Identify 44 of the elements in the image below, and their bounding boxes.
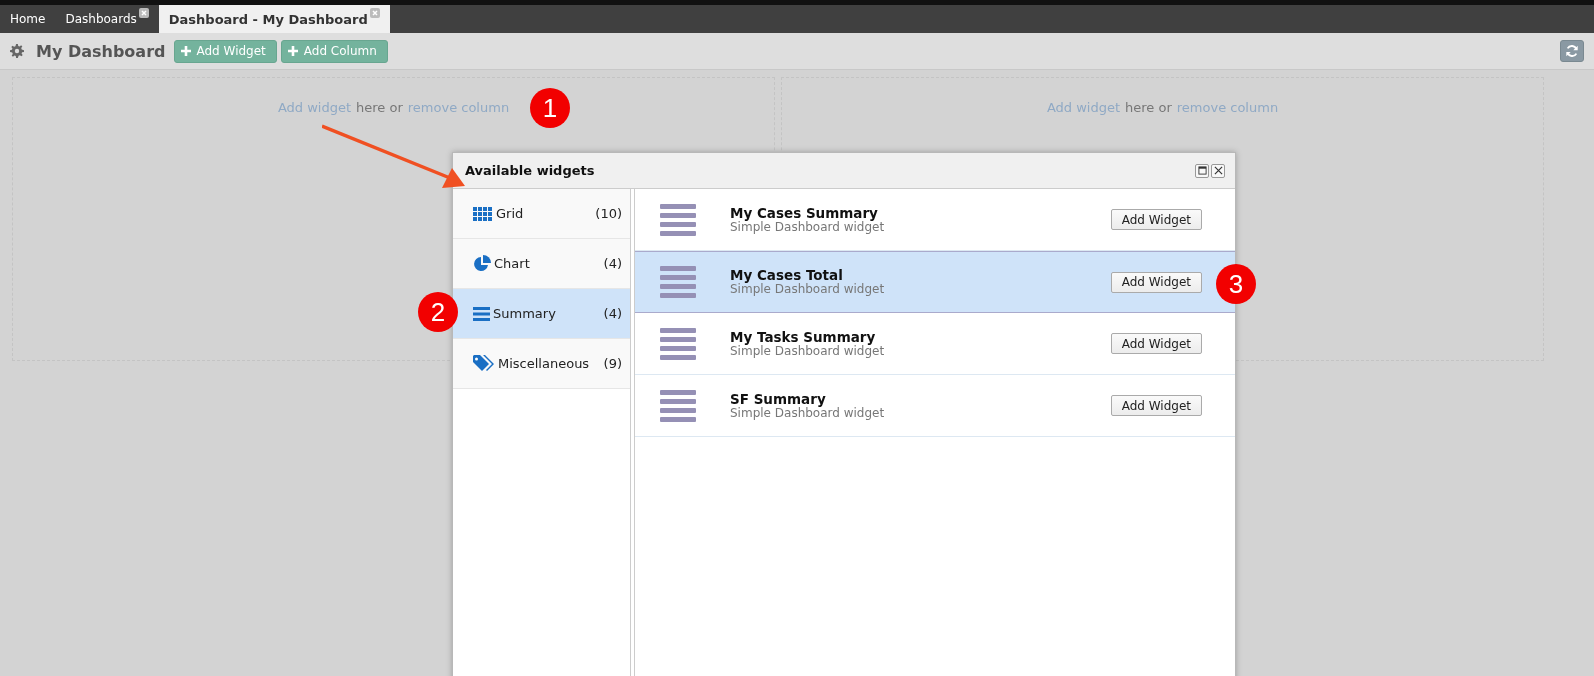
plus-icon [287,46,298,56]
plus-icon [180,46,191,56]
step-number: 1 [530,88,570,128]
tag-icon [473,354,495,373]
widget-name: My Tasks Summary [730,329,876,345]
list-icon [660,327,696,360]
pie-chart-icon [473,254,491,273]
settings-icon[interactable] [10,44,24,58]
widget-description: Simple Dashboard widget [730,283,886,296]
column-hint: here or [356,100,403,117]
list-icon [660,203,696,236]
tab[interactable]: Dashboard - My Dashboard [158,5,390,33]
list-icon [660,389,696,422]
widget-row[interactable]: SF Summary Simple Dashboard widget Add Widget [635,375,1235,437]
add-widget-button[interactable]: Add Widget [1110,271,1202,293]
widget-row[interactable]: My Tasks Summary Simple Dashboard widget Add Widget [635,313,1235,375]
tab[interactable]: Dashboards [55,5,159,33]
list-icon [473,306,490,321]
widget-description: Simple Dashboard widget [730,406,886,420]
dashboard-title: My Dashboard [36,41,166,61]
widget-name: SF Summary [730,391,826,407]
widget-description: Simple Dashboard widget [730,220,886,234]
refresh-button[interactable] [1560,40,1584,62]
add-widget-button[interactable]: Add Widget [1110,209,1202,230]
maximize-button[interactable] [1195,163,1209,178]
widget-name: My Cases Total [730,268,844,283]
close-button[interactable] [1211,163,1225,178]
widget-description: Simple Dashboard widget [730,344,886,358]
tab[interactable]: Home [0,5,56,33]
category-item[interactable]: Grid (10) [453,189,630,239]
grid-icon [473,206,493,221]
list-icon [660,266,696,298]
category-item[interactable]: Summary (4) [453,289,630,339]
category-item[interactable]: Miscellaneous (9) [453,339,630,389]
step-number: 3 [1216,264,1256,304]
add-widget-button[interactable]: Add Widget [1110,333,1202,354]
step-number: 2 [418,292,458,332]
add-widget-button[interactable]: Add Widget [1110,395,1202,416]
column-hint: here or [1125,100,1172,117]
dialog-title: Available widgets [465,163,595,178]
refresh-icon [1565,44,1579,58]
close-icon[interactable] [138,8,149,18]
widget-name: My Cases Summary [730,205,878,221]
category-item[interactable]: Chart (4) [453,239,630,289]
